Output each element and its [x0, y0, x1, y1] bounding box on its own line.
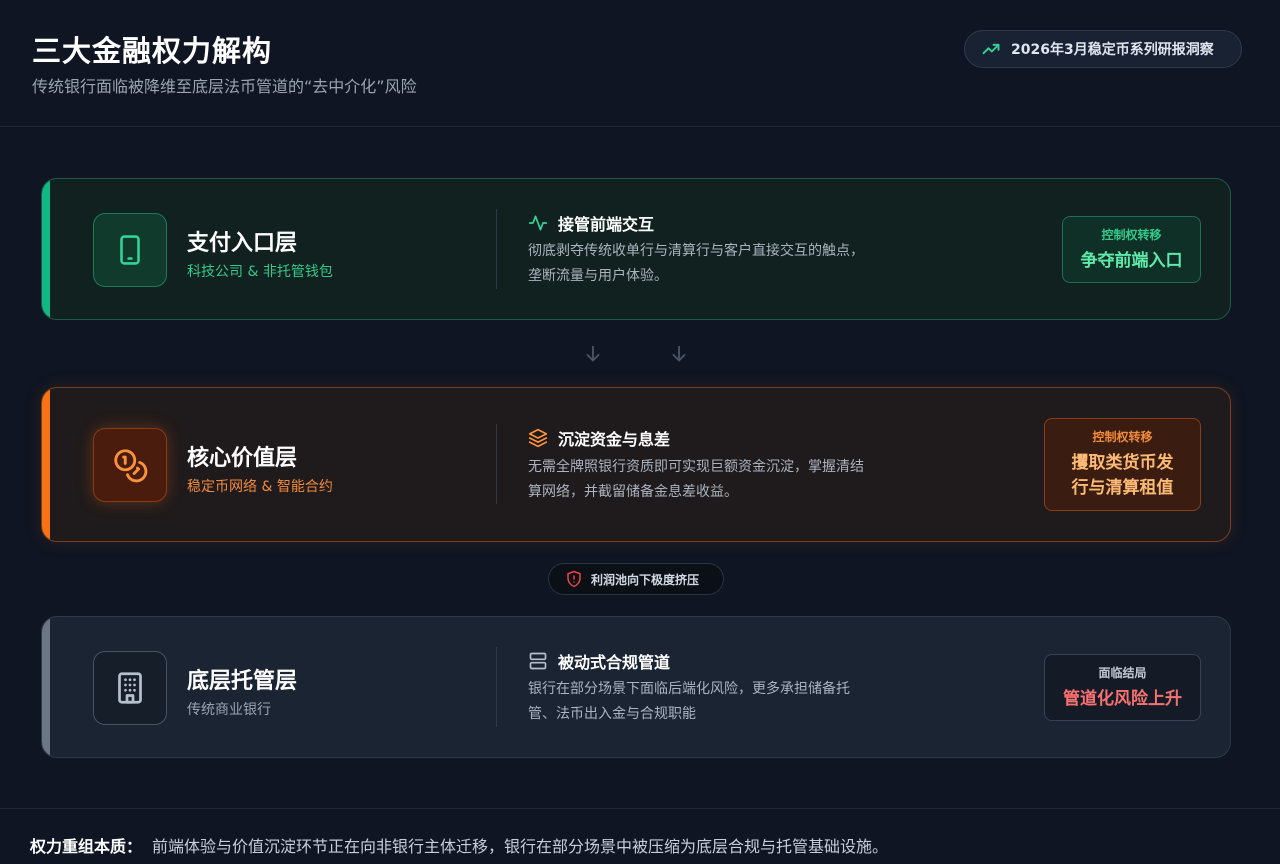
- arrow-down-icon: [586, 345, 600, 362]
- flow-arrows: [582, 343, 692, 365]
- control-label: 面临结局: [1098, 665, 1147, 680]
- layer-accent-bar: [42, 388, 50, 541]
- control-label: 控制权转移: [1101, 227, 1162, 242]
- layer-accent-bar: [42, 179, 50, 319]
- layer-icon-box: [93, 213, 167, 287]
- desc-title: 接管前端交互: [558, 215, 655, 234]
- report-badge: 2026年3月稳定币系列研报洞察: [964, 30, 1242, 68]
- control-value: 争夺前端入口: [1080, 250, 1183, 271]
- control-shift-card: 控制权转移 攫取类货币发行与清算租值: [1044, 418, 1201, 511]
- control-value: 管道化风险上升: [1063, 688, 1182, 709]
- trending-up-icon: [982, 43, 1000, 55]
- desc-body: 彻底剥夺传统收单行与清算行与客户直接交互的触点，垄断流量与用户体验。: [528, 243, 864, 284]
- layer-name: 支付入口层: [187, 231, 298, 256]
- divider: [496, 209, 497, 289]
- layer-payment-entry: 支付入口层 科技公司 & 非托管钱包 接管前端交互 彻底剥夺传统收单行与清算行与…: [41, 178, 1231, 320]
- layer-subtitle: 传统商业银行: [187, 702, 271, 718]
- desc-title: 被动式合规管道: [558, 653, 671, 672]
- layer-subtitle: 稳定币网络 & 智能合约: [187, 479, 333, 495]
- smartphone-icon: [120, 235, 140, 265]
- building-icon: [118, 672, 142, 704]
- warning-pill: 利润池向下极度挤压: [548, 563, 724, 595]
- footer-text: 前端体验与价值沉淀环节正在向非银行主体迁移，银行在部分场景中被压缩为底层合规与托…: [152, 837, 889, 856]
- desc-title: 沉淀资金与息差: [558, 430, 671, 449]
- outcome-card: 面临结局 管道化风险上升: [1044, 654, 1201, 721]
- page-subtitle: 传统银行面临被降维至底层法币管道的“去中介化”风险: [32, 77, 417, 96]
- header: 三大金融权力解构 传统银行面临被降维至底层法币管道的“去中介化”风险 2026年…: [0, 0, 1280, 127]
- layer-name: 底层托管层: [187, 669, 298, 694]
- desc-header: 接管前端交互: [528, 211, 654, 235]
- arrow-down-icon: [672, 345, 686, 362]
- layer-subtitle: 科技公司 & 非托管钱包: [187, 264, 333, 280]
- layer-core-value: 核心价值层 稳定币网络 & 智能合约 沉淀资金与息差 无需全牌照银行资质即可实现…: [41, 387, 1231, 542]
- desc-header: 被动式合规管道: [528, 649, 670, 673]
- layer-icon-box: [93, 428, 167, 502]
- control-label: 控制权转移: [1092, 430, 1153, 444]
- layers-icon: [528, 428, 548, 448]
- desc-header: 沉淀资金与息差: [528, 426, 670, 450]
- layer-icon-box: [93, 651, 167, 725]
- control-value: 攫取类货币发行与清算租值: [1071, 453, 1174, 498]
- shield-alert-icon: [567, 570, 581, 588]
- desc-body: 无需全牌照银行资质即可实现巨额资金沉淀，掌握清结算网络，并截留储备金息差收益。: [528, 459, 864, 500]
- server-icon: [529, 652, 547, 670]
- control-shift-card: 控制权转移 争夺前端入口: [1062, 216, 1201, 283]
- desc-body: 银行在部分场景下面临后端化风险，更多承担储备托管、法币出入金与合规职能: [528, 681, 850, 722]
- layer-accent-bar: [42, 617, 50, 757]
- divider: [496, 647, 497, 727]
- footer-label: 权力重组本质：: [30, 837, 143, 856]
- coins-icon: [114, 449, 148, 483]
- footer-divider: [0, 808, 1280, 809]
- activity-icon: [528, 215, 548, 231]
- layer-name: 核心价值层: [187, 446, 298, 471]
- layer-custody: 底层托管层 传统商业银行 被动式合规管道 银行在部分场景下面临后端化风险，更多承…: [41, 616, 1231, 758]
- badge-text: 2026年3月稳定币系列研报洞察: [1011, 42, 1214, 58]
- divider: [496, 424, 497, 504]
- page-title: 三大金融权力解构: [32, 34, 273, 68]
- warning-text: 利润池向下极度挤压: [591, 572, 700, 587]
- footer-summary: 权力重组本质： 前端体验与价值沉淀环节正在向非银行主体迁移，银行在部分场景中被压缩…: [30, 833, 888, 857]
